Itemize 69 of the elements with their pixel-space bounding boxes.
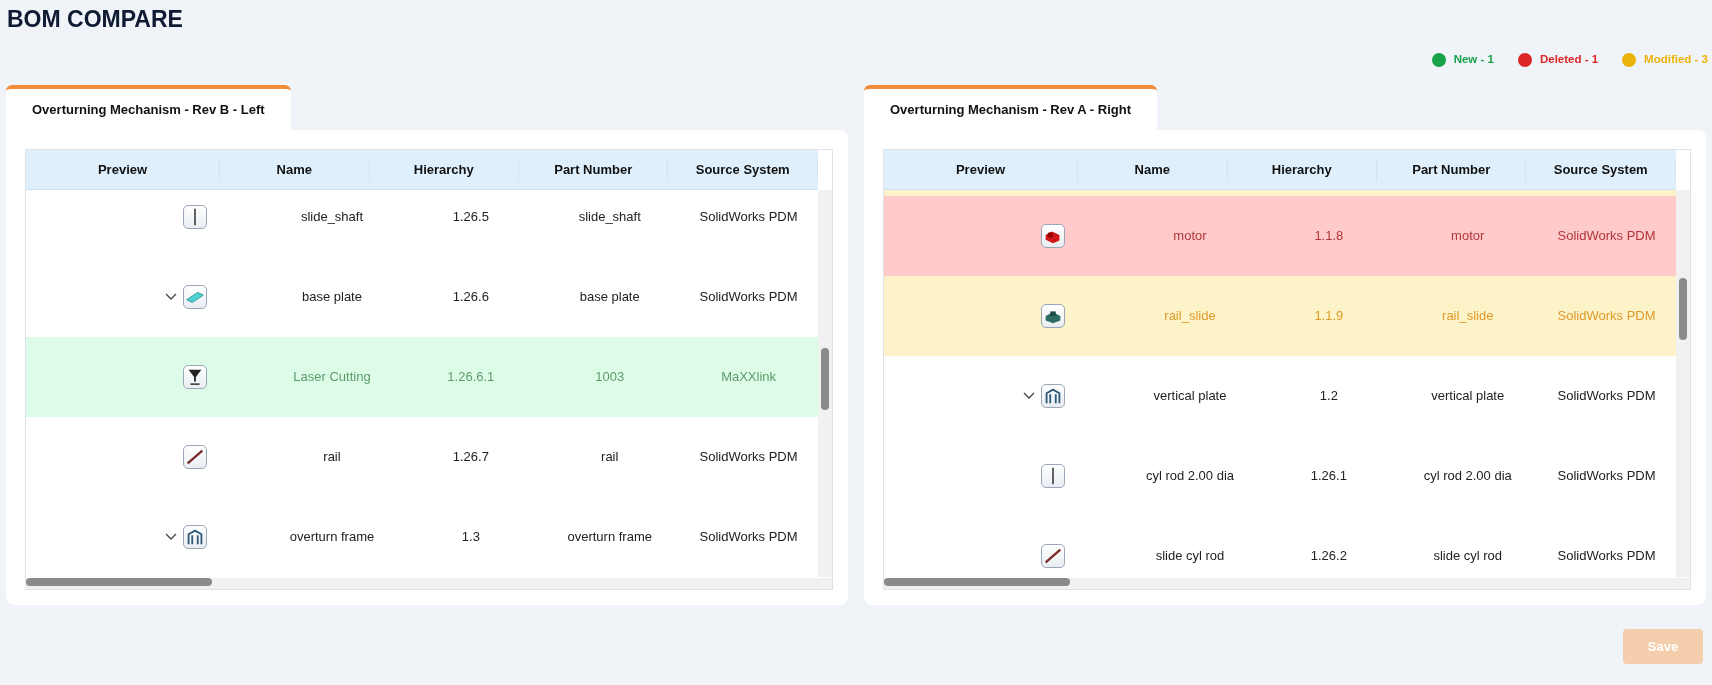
motor-icon (1040, 224, 1065, 248)
table-cell-text: motor (1172, 227, 1208, 246)
table-cell-text: Laser Cutting (292, 368, 372, 387)
table-cell-text: cyl rod 2.00 dia (1422, 467, 1513, 486)
table-cell-text: overturn frame (566, 528, 653, 547)
column-header: Part Number (1377, 159, 1527, 181)
column-header: Name (220, 159, 370, 181)
table-cell-text: MaXXlink (720, 368, 778, 387)
table-cell-text: 1.1.8 (1313, 227, 1345, 246)
column-header: Source System (668, 159, 818, 181)
frame-icon (182, 525, 207, 549)
table-cell-text: rail_slide (1441, 307, 1495, 326)
table-cell-text: slide cyl rod (1432, 547, 1504, 566)
table-cell-text: 1.26.7 (451, 448, 490, 467)
table-cell-text: rail (600, 448, 620, 467)
table-cell-text: rail (322, 448, 342, 467)
column-header: Preview (26, 159, 221, 181)
rail-icon (182, 445, 207, 469)
table-cell-text: slide_shaft (299, 208, 365, 227)
table-cell-text: 1.26.1 (1309, 467, 1348, 486)
table-cell-text: SolidWorks PDM (698, 448, 799, 467)
rod-icon (182, 205, 207, 229)
column-header: Name (1078, 159, 1228, 181)
table-cell-text: rail_slide (1163, 307, 1217, 326)
plate-icon (182, 285, 207, 309)
rail-icon (1040, 544, 1065, 568)
table-cell-text: 1003 (594, 368, 626, 387)
table-cell-text: cyl rod 2.00 dia (1144, 467, 1236, 486)
block-icon (1040, 304, 1065, 328)
frame-icon (1040, 384, 1065, 408)
table-cell-text: 1.26.5 (451, 208, 490, 227)
column-header: Hierarchy (369, 159, 519, 181)
table-cell-text: overturn frame (288, 528, 376, 547)
table-cell-text: slide_shaft (577, 208, 642, 227)
table-cell-text: SolidWorks PDM (1556, 387, 1657, 406)
table-cell-text: SolidWorks PDM (1556, 547, 1657, 566)
table-cell-text: 1.26.2 (1309, 547, 1348, 566)
chevron-icon[interactable] (164, 293, 177, 301)
table-cell-text: 1.26.6.1 (446, 368, 496, 387)
table-cell-text: vertical plate (1430, 387, 1506, 406)
table-cell-text: SolidWorks PDM (1556, 227, 1657, 246)
column-header: Source System (1526, 159, 1676, 181)
chevron-icon[interactable] (164, 533, 177, 541)
page-title: BOM COMPARE (7, 5, 184, 34)
table-cell-text: SolidWorks PDM (1556, 307, 1657, 326)
table-cell-text: SolidWorks PDM (698, 208, 799, 227)
column-header: Hierarchy (1227, 159, 1377, 181)
table-cell-text: SolidWorks PDM (1556, 467, 1657, 486)
column-header: Preview (884, 159, 1079, 181)
table-cell-text: 1.26.6 (451, 288, 490, 307)
column-header: Part Number (519, 159, 669, 181)
legend-label: Modified - 3 (1644, 52, 1708, 68)
laser-icon (182, 365, 207, 389)
table-cell-text: vertical plate (1152, 387, 1228, 406)
table-cell-text: SolidWorks PDM (698, 528, 799, 547)
table-cell-text: 1.3 (460, 528, 481, 547)
table-cell-text: base plate (578, 288, 641, 307)
table-cell-text: slide cyl rod (1154, 547, 1226, 566)
rod-icon (1040, 464, 1065, 488)
table-cell-text: SolidWorks PDM (698, 288, 799, 307)
chevron-icon[interactable] (1022, 392, 1035, 400)
legend-label: New - 1 (1453, 52, 1494, 68)
table-cell-text: base plate (300, 288, 363, 307)
table-cell-text: 1.2 (1318, 387, 1339, 406)
legend-label: Deleted - 1 (1539, 52, 1599, 68)
table-cell-text: 1.1.9 (1313, 307, 1345, 326)
tab[interactable]: Overturning Mechanism - Rev A - Right (864, 85, 1157, 130)
tab[interactable]: Overturning Mechanism - Rev B - Left (6, 85, 291, 130)
table-cell-text: motor (1450, 227, 1486, 246)
